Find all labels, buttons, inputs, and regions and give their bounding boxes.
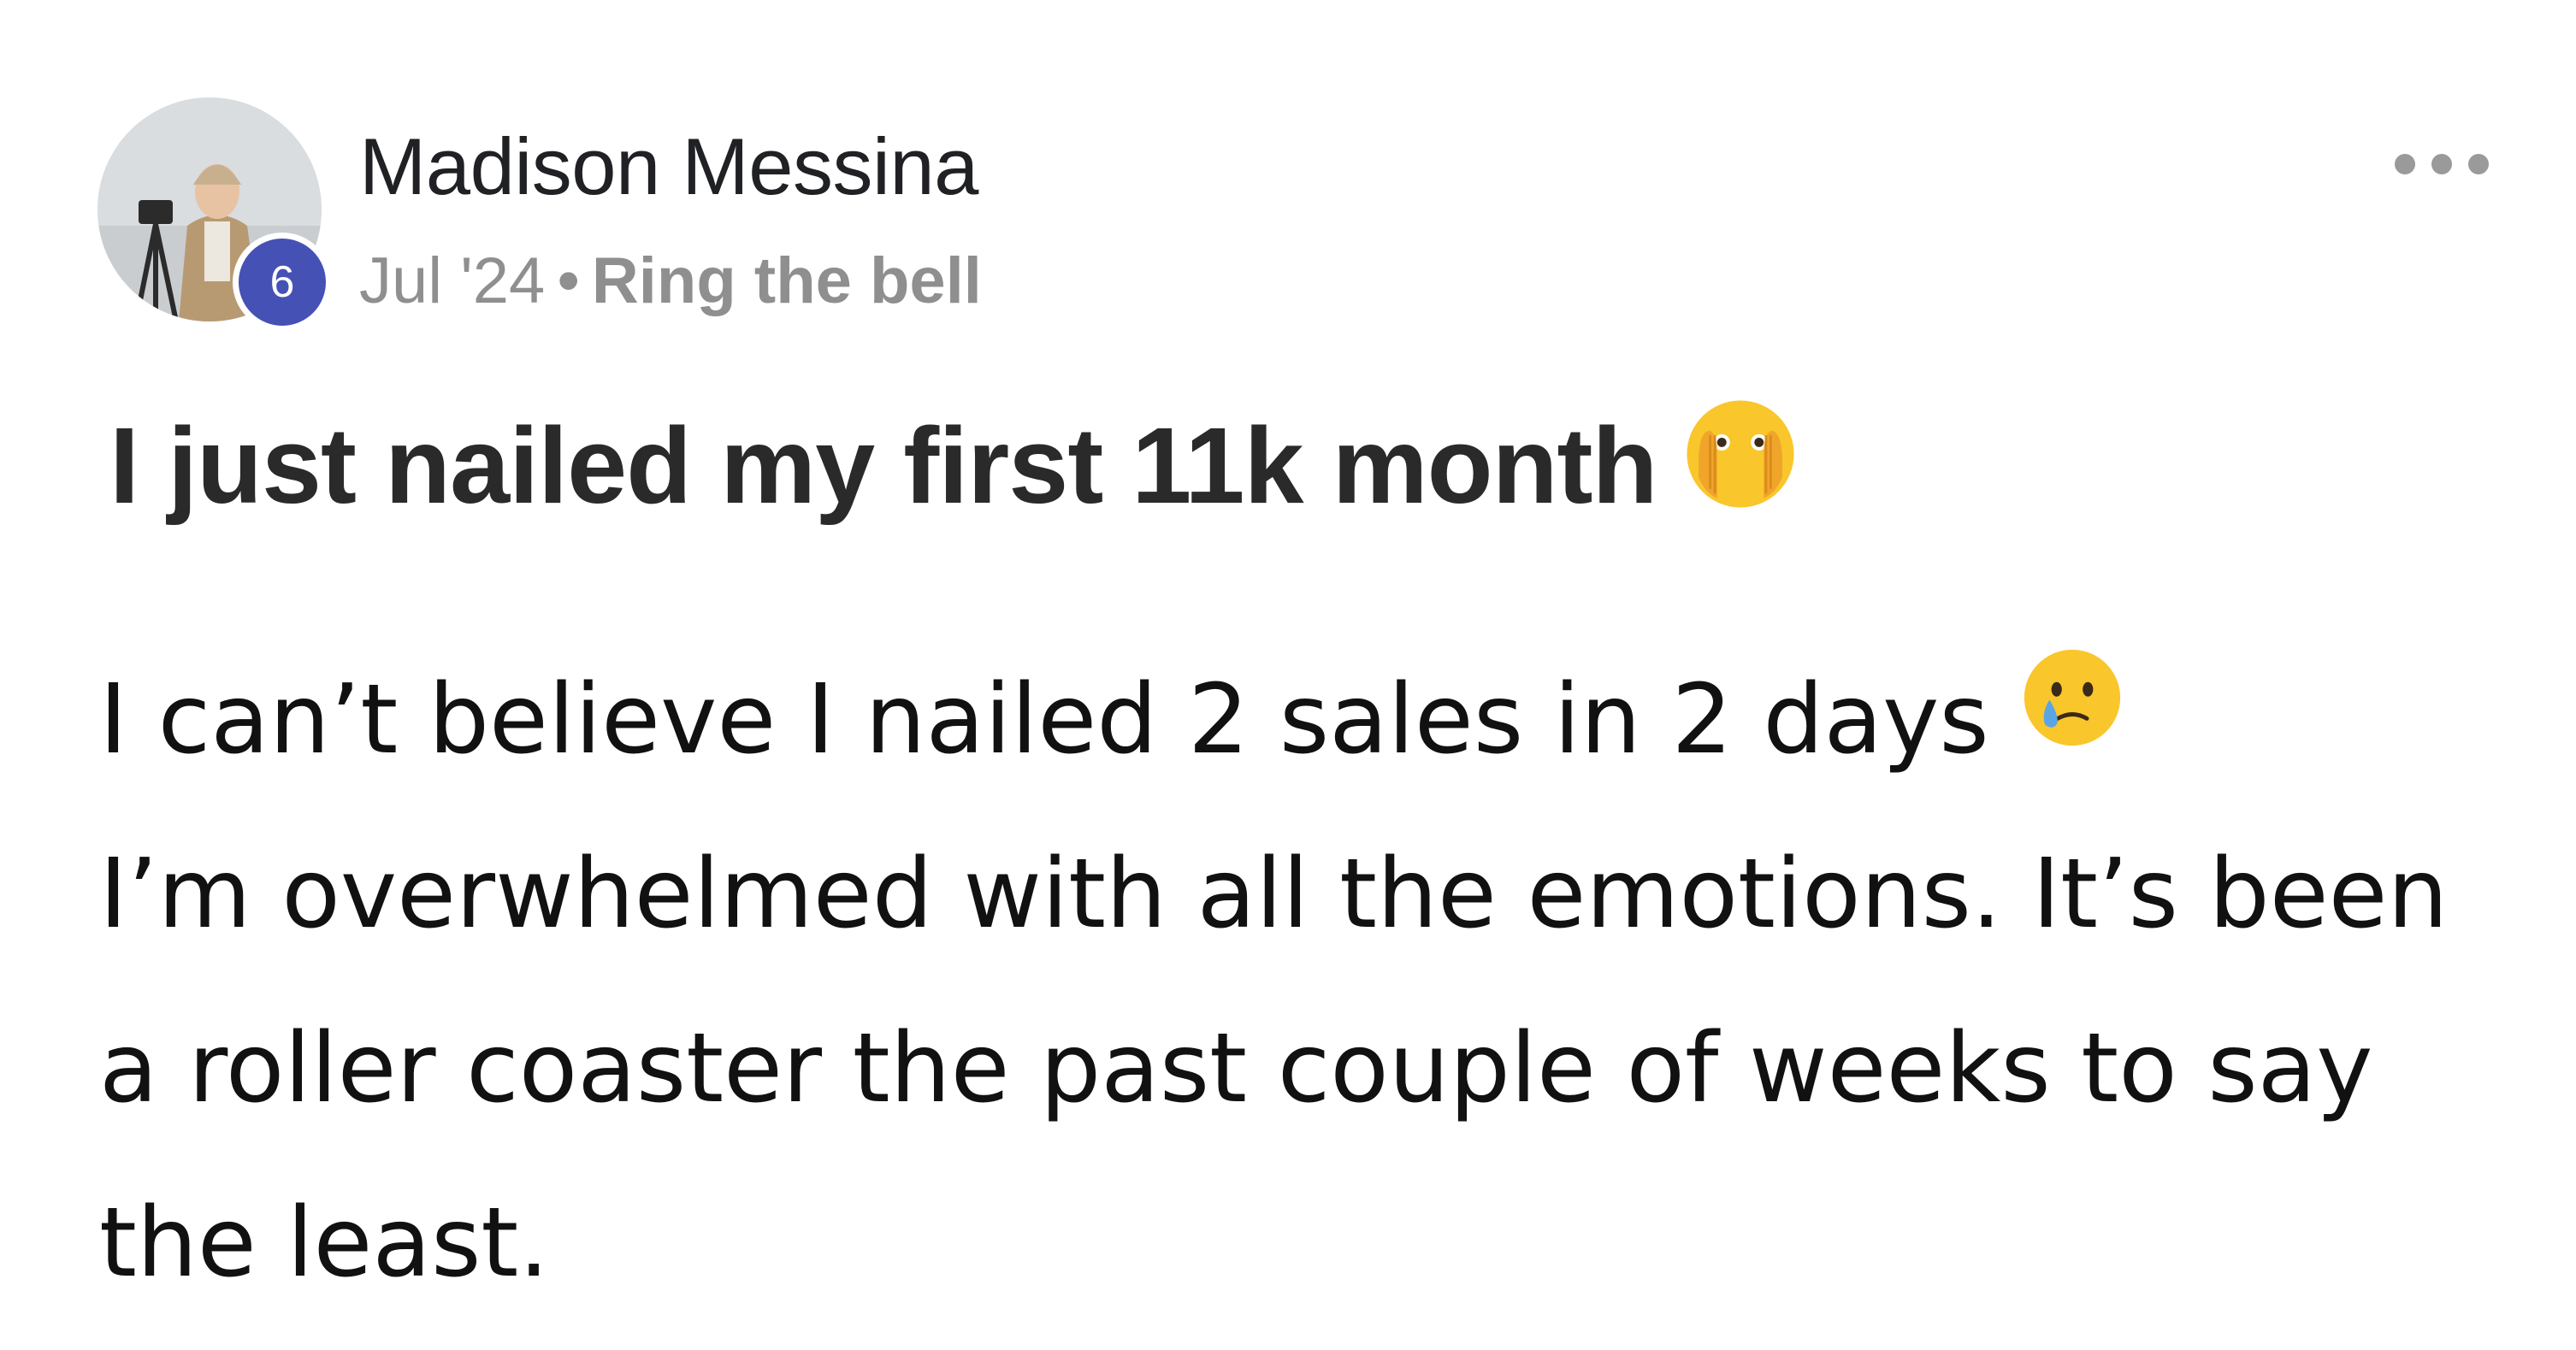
level-badge: 6 (233, 233, 332, 332)
post-body-paragraph: I can’t believe I nailed 2 sales in 2 da… (99, 633, 2494, 807)
author-avatar-container[interactable]: 6 (97, 97, 332, 332)
post-title-text: I just nailed my first 11k month (109, 405, 1657, 526)
post-card: 6 Madison Messina Jul '24 • Ring the bell … (0, 0, 2576, 1350)
author-name[interactable]: Madison Messina (359, 120, 978, 214)
post-body-paragraph: I’m overwhelmed with all the emotions. I… (99, 839, 2449, 1299)
face-with-open-eyes-and-hand-over-mouth-icon (1682, 396, 1799, 539)
more-dot (2431, 154, 2452, 174)
meta-separator: • (557, 245, 580, 317)
post-body: I can’t believe I nailed 2 sales in 2 da… (99, 633, 2494, 1330)
face-holding-back-tears-icon (2020, 630, 2124, 805)
post-meta: Jul '24 • Ring the bell (359, 243, 982, 320)
more-horizontal-icon (2395, 154, 2415, 174)
post-title[interactable]: I just nailed my first 11k month (109, 400, 1799, 539)
post-date[interactable]: Jul '24 (359, 245, 545, 317)
more-options-button[interactable] (2395, 145, 2489, 183)
more-dot (2468, 154, 2489, 174)
post-category[interactable]: Ring the bell (592, 245, 982, 317)
post-body-line: I can’t believe I nailed 2 sales in 2 da… (99, 664, 1989, 775)
